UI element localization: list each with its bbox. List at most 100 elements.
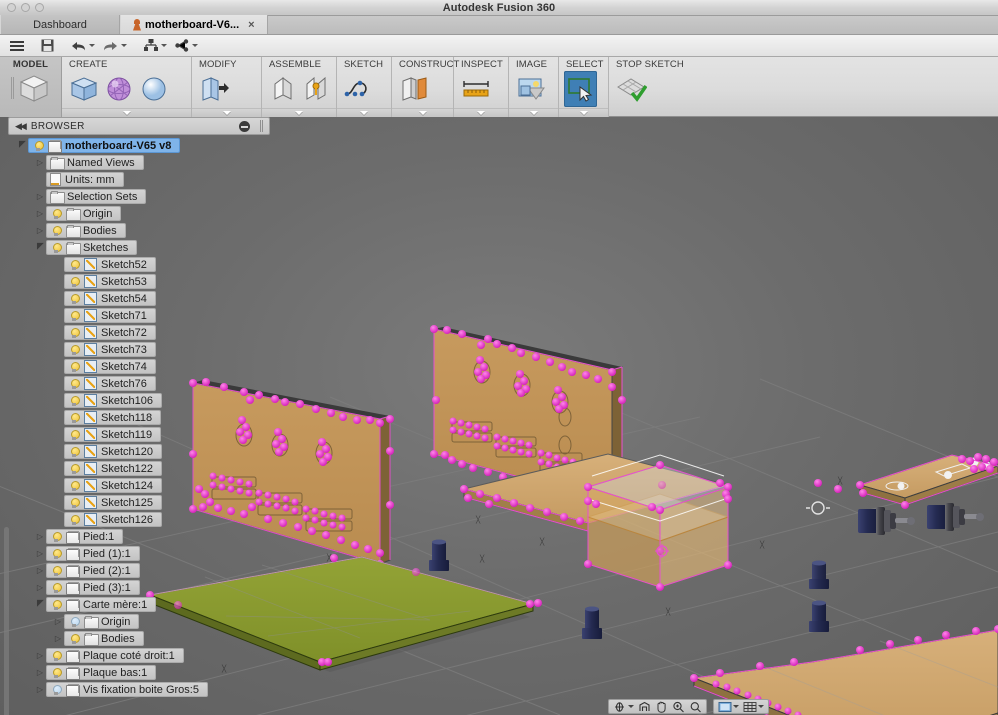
tree-item-root[interactable]: motherboard-V65 v8 — [28, 138, 181, 153]
minimize-button[interactable] — [21, 3, 30, 12]
visibility-bulb-icon[interactable] — [68, 497, 80, 509]
minus-circle-icon[interactable] — [239, 120, 250, 132]
tree-item-sketch74[interactable]: Sketch74 — [64, 359, 156, 374]
tree-item-sketch76[interactable]: Sketch76 — [64, 376, 156, 391]
orbit-icon[interactable] — [611, 700, 628, 713]
switch-part-1[interactable] — [858, 507, 915, 535]
tree-item-plaque-bas[interactable]: Plaque bas:1 — [46, 665, 157, 680]
construct-dropdown[interactable] — [392, 108, 453, 117]
browser-panel-header[interactable]: ◀◀ BROWSER — [8, 117, 270, 135]
tree-node-plaque-bas[interactable]: Plaque bas:1 — [8, 664, 276, 681]
tree-twisty-closed-icon[interactable] — [34, 532, 46, 541]
tree-node-sketch76[interactable]: Sketch76 — [8, 375, 276, 392]
visibility-bulb-icon[interactable] — [68, 446, 80, 458]
tree-node-pied1[interactable]: Pied (1):1 — [8, 545, 276, 562]
visibility-bulb-icon[interactable] — [50, 650, 62, 662]
document-tabbar[interactable]: Dashboard motherboard-V6... × — [0, 15, 998, 35]
look-at-icon[interactable] — [636, 700, 653, 713]
visibility-bulb-icon[interactable] — [50, 208, 62, 220]
tab-motherboard[interactable]: motherboard-V6... × — [120, 15, 268, 34]
tree-node-cm-origin[interactable]: Origin — [8, 613, 276, 630]
tree-node-pied3[interactable]: Pied (3):1 — [8, 579, 276, 596]
inspect-dropdown[interactable] — [454, 108, 508, 117]
select-tool[interactable] — [564, 71, 597, 107]
visibility-bulb-icon[interactable] — [50, 684, 62, 696]
tree-node-sketch52[interactable]: Sketch52 — [8, 256, 276, 273]
tree-twisty-closed-icon[interactable] — [34, 549, 46, 558]
tree-node-origin[interactable]: Origin — [8, 205, 276, 222]
tree-twisty-closed-icon[interactable] — [34, 158, 46, 167]
canvas-tool[interactable] — [514, 71, 547, 107]
tree-item-cm-origin[interactable]: Origin — [64, 614, 140, 629]
tree-item-vis-fixation[interactable]: Vis fixation boite Gros:5 — [46, 682, 208, 697]
chevron-down-icon[interactable] — [733, 705, 739, 708]
visibility-bulb-icon[interactable] — [68, 412, 80, 424]
visibility-bulb-icon[interactable] — [68, 310, 80, 322]
tree-item-sketch120[interactable]: Sketch120 — [64, 444, 162, 459]
ribbon-toolbar[interactable]: MODEL CREATE MODIFY ASSEMBLE SKETCH CONS… — [0, 57, 998, 117]
tree-node-sketch106[interactable]: Sketch106 — [8, 392, 276, 409]
tree-node-selection-sets[interactable]: Selection Sets — [8, 188, 276, 205]
visibility-bulb-icon[interactable] — [50, 242, 62, 254]
workspace-switcher-model[interactable]: MODEL — [0, 57, 62, 117]
tree-item-sketch122[interactable]: Sketch122 — [64, 461, 162, 476]
close-button[interactable] — [7, 3, 16, 12]
visibility-bulb-icon[interactable] — [68, 463, 80, 475]
view-navigation-bar[interactable] — [608, 698, 775, 715]
display-settings-icon[interactable] — [716, 700, 733, 713]
tree-node-sketch72[interactable]: Sketch72 — [8, 324, 276, 341]
browser-tree[interactable]: motherboard-V65 v8 Named Views Units: mm Se… — [8, 137, 276, 707]
visibility-bulb-icon[interactable] — [68, 633, 80, 645]
modify-dropdown[interactable] — [192, 108, 261, 117]
browser-resize-grip[interactable] — [260, 120, 263, 132]
visibility-bulb-icon[interactable] — [68, 514, 80, 526]
ribbon-drag-grip[interactable] — [10, 77, 14, 99]
tree-item-cm-bodies[interactable]: Bodies — [64, 631, 144, 646]
tree-node-pied2[interactable]: Pied (2):1 — [8, 562, 276, 579]
visibility-bulb-icon[interactable] — [50, 599, 62, 611]
visibility-bulb-icon[interactable] — [68, 616, 80, 628]
tree-node-cm-bodies[interactable]: Bodies — [8, 630, 276, 647]
visibility-bulb-icon[interactable] — [68, 480, 80, 492]
visibility-bulb-icon[interactable] — [68, 378, 80, 390]
tree-node-sketches[interactable]: Sketches — [8, 239, 276, 256]
tree-twisty-closed-icon[interactable] — [34, 685, 46, 694]
tree-node-root[interactable]: motherboard-V65 v8 — [8, 137, 276, 154]
measure-tool[interactable] — [459, 71, 492, 107]
chevron-down-icon[interactable] — [628, 705, 634, 708]
double-left-arrow-icon[interactable]: ◀◀ — [15, 121, 27, 132]
chevron-down-icon[interactable] — [161, 44, 167, 47]
visibility-bulb-icon[interactable] — [68, 361, 80, 373]
leg-2[interactable] — [582, 606, 602, 640]
tree-item-sketch52[interactable]: Sketch52 — [64, 257, 156, 272]
leg-1[interactable] — [429, 539, 449, 572]
front-strip-panel[interactable] — [814, 453, 998, 509]
tree-twisty-closed-icon[interactable] — [34, 226, 46, 235]
tree-item-units[interactable]: Units: mm — [46, 172, 124, 187]
tree-twisty-closed-icon[interactable] — [34, 566, 46, 575]
select-dropdown[interactable] — [559, 108, 608, 117]
tree-item-sketch53[interactable]: Sketch53 — [64, 274, 156, 289]
tree-node-vis-fixation[interactable]: Vis fixation boite Gros:5 — [8, 681, 276, 698]
tree-item-carte-mere[interactable]: Carte mère:1 — [46, 597, 157, 612]
visibility-bulb-icon[interactable] — [32, 140, 44, 152]
tree-item-pied1[interactable]: Pied (1):1 — [46, 546, 140, 561]
tree-node-plaque-droit[interactable]: Plaque coté droit:1 — [8, 647, 276, 664]
back-panel[interactable] — [430, 325, 626, 511]
tree-twisty-closed-icon[interactable] — [52, 617, 64, 626]
tree-node-sketch125[interactable]: Sketch125 — [8, 494, 276, 511]
tree-node-sketch120[interactable]: Sketch120 — [8, 443, 276, 460]
tree-item-origin[interactable]: Origin — [46, 206, 122, 221]
tree-item-bodies[interactable]: Bodies — [46, 223, 126, 238]
tree-node-sketch74[interactable]: Sketch74 — [8, 358, 276, 375]
tree-item-sketches[interactable]: Sketches — [46, 240, 138, 255]
create-dropdown[interactable] — [62, 108, 191, 117]
create-ball-tool[interactable] — [137, 71, 170, 107]
tree-node-sketch54[interactable]: Sketch54 — [8, 290, 276, 307]
leg-4[interactable] — [809, 560, 829, 590]
zoom-icon[interactable] — [670, 700, 687, 713]
tree-node-sketch124[interactable]: Sketch124 — [8, 477, 276, 494]
visibility-bulb-icon[interactable] — [68, 259, 80, 271]
chevron-down-icon[interactable] — [121, 44, 127, 47]
window-traffic-lights[interactable] — [7, 3, 44, 12]
